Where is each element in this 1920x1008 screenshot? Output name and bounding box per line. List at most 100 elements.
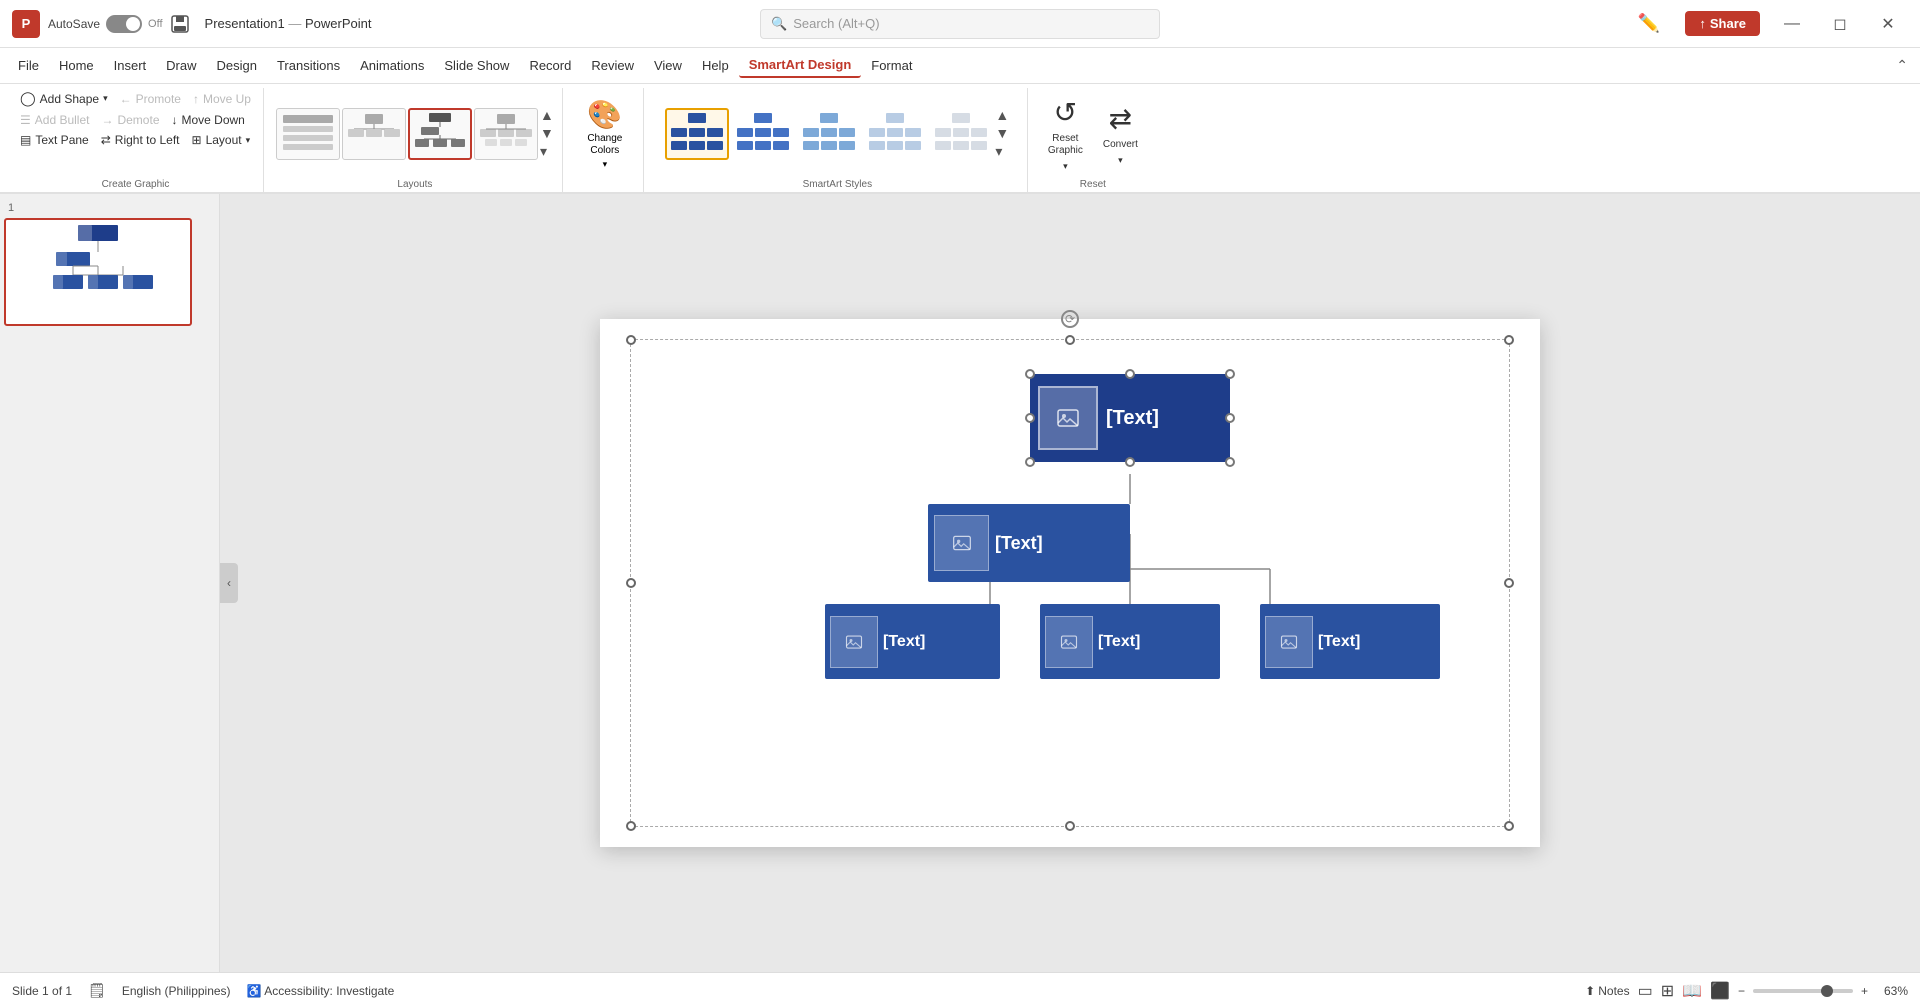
menu-design[interactable]: Design: [207, 54, 267, 77]
save-icon[interactable]: [169, 13, 191, 35]
layouts-group: ▲ ▼ ▾ Layouts: [268, 88, 563, 192]
convert-button[interactable]: ⇄ Convert ▾: [1095, 98, 1146, 170]
style-thumb-2[interactable]: [731, 108, 795, 160]
view-presenter-icon[interactable]: ⬛: [1710, 981, 1730, 1001]
color-palette-icon: 🎨: [587, 98, 622, 131]
add-bullet-icon: ☰: [20, 113, 31, 127]
reset-graphic-dropdown-icon[interactable]: ▾: [1063, 161, 1068, 172]
menu-insert[interactable]: Insert: [104, 54, 157, 77]
right-to-left-label: Right to Left: [115, 133, 180, 147]
change-colors-dropdown-icon[interactable]: ▾: [603, 159, 608, 170]
move-down-icon: ↓: [172, 113, 178, 127]
menu-smartart-design[interactable]: SmartArt Design: [739, 53, 862, 78]
close-button[interactable]: ✕: [1868, 10, 1908, 38]
menu-transitions[interactable]: Transitions: [267, 54, 350, 77]
zoom-thumb[interactable]: [1821, 985, 1833, 997]
change-colors-button[interactable]: 🎨 ChangeColors ▾: [575, 90, 635, 178]
bot-node-3[interactable]: [Text]: [1260, 604, 1440, 679]
handle-bl[interactable]: [626, 821, 636, 831]
reset-graphic-button[interactable]: ↺ ResetGraphic ▾: [1040, 92, 1091, 176]
ribbon: ◯ Add Shape ▾ ← Promote ↑ Move Up ☰ Add …: [0, 84, 1920, 194]
reset-label: Reset: [1080, 179, 1106, 192]
minimize-button[interactable]: —: [1772, 10, 1812, 38]
maximize-button[interactable]: ◻: [1820, 10, 1860, 38]
menu-review[interactable]: Review: [581, 54, 644, 77]
top-node[interactable]: [Text]: [1030, 374, 1230, 462]
menu-format[interactable]: Format: [861, 54, 922, 77]
view-normal-icon[interactable]: ▭: [1638, 981, 1653, 1001]
layout-thumb-1[interactable]: [276, 108, 340, 160]
change-colors-group: 🎨 ChangeColors ▾ _: [567, 88, 644, 192]
slide-info: Slide 1 of 1: [12, 984, 72, 998]
layout-icon: ⊞: [192, 133, 202, 147]
menu-animations[interactable]: Animations: [350, 54, 434, 77]
right-to-left-button[interactable]: ⇄ Right to Left: [97, 131, 184, 149]
add-shape-dropdown-icon[interactable]: ▾: [103, 93, 108, 104]
bot-node-2[interactable]: [Text]: [1040, 604, 1220, 679]
reset-group: ↺ ResetGraphic ▾ ⇄ Convert ▾ Reset: [1032, 88, 1154, 192]
handle-tl[interactable]: [626, 335, 636, 345]
demote-button[interactable]: → Demote: [97, 111, 163, 129]
notes-button[interactable]: ⬆ Notes: [1585, 984, 1629, 998]
search-bar[interactable]: 🔍 Search (Alt+Q): [760, 9, 1160, 39]
accessibility-indicator[interactable]: ♿ Accessibility: Investigate: [247, 984, 395, 998]
zoom-level[interactable]: 63%: [1876, 984, 1908, 998]
layout-thumb-3[interactable]: [408, 108, 472, 160]
slide-thumbnail-1[interactable]: [4, 218, 192, 326]
slide-list: 1: [0, 194, 220, 972]
pen-icon[interactable]: ✏️: [1638, 13, 1660, 34]
menu-record[interactable]: Record: [519, 54, 581, 77]
menu-draw[interactable]: Draw: [156, 54, 206, 77]
style-expand[interactable]: ▾: [995, 143, 1009, 160]
add-shape-button[interactable]: ◯ Add Shape ▾: [16, 88, 112, 109]
rotate-handle[interactable]: ⟳: [1061, 310, 1079, 328]
handle-bc[interactable]: [1065, 821, 1075, 831]
handle-mr[interactable]: [1504, 578, 1514, 588]
style-thumb-4[interactable]: [863, 108, 927, 160]
handle-tc[interactable]: [1065, 335, 1075, 345]
style-thumb-5[interactable]: [929, 108, 993, 160]
move-down-button[interactable]: ↓ Move Down: [168, 111, 249, 129]
layout-button[interactable]: ⊞ Layout ▾: [188, 131, 255, 149]
slide-area[interactable]: ⟳: [600, 319, 1540, 847]
layout-scroll-up[interactable]: ▲: [540, 107, 554, 123]
move-up-button[interactable]: ↑ Move Up: [189, 90, 255, 108]
handle-ml[interactable]: [626, 578, 636, 588]
handle-tr[interactable]: [1504, 335, 1514, 345]
menu-slideshow[interactable]: Slide Show: [434, 54, 519, 77]
menu-view[interactable]: View: [644, 54, 692, 77]
autosave-toggle[interactable]: [106, 15, 142, 33]
bot-node-3-text: [Text]: [1318, 633, 1360, 651]
menu-file[interactable]: File: [8, 54, 49, 77]
slide-canvas[interactable]: ‹ ⟳: [220, 194, 1920, 972]
zoom-out-icon[interactable]: −: [1738, 984, 1745, 998]
view-reading-icon[interactable]: 📖: [1682, 981, 1702, 1001]
zoom-slider[interactable]: [1753, 989, 1853, 993]
zoom-in-icon[interactable]: +: [1861, 984, 1868, 998]
menu-bar: File Home Insert Draw Design Transitions…: [0, 48, 1920, 84]
handle-br[interactable]: [1504, 821, 1514, 831]
style-thumb-1[interactable]: [665, 108, 729, 160]
slide-notes-icon[interactable]: 🗒: [88, 982, 106, 999]
collapse-panel-button[interactable]: ‹: [220, 563, 238, 603]
mid-node[interactable]: [Text]: [928, 504, 1130, 582]
style-thumb-3[interactable]: [797, 108, 861, 160]
add-bullet-button[interactable]: ☰ Add Bullet: [16, 111, 93, 129]
layout-thumb-2[interactable]: [342, 108, 406, 160]
layout-scroll-down[interactable]: ▼: [540, 125, 554, 141]
promote-button[interactable]: ← Promote: [116, 90, 185, 108]
menu-help[interactable]: Help: [692, 54, 739, 77]
layout-thumb-4[interactable]: [474, 108, 538, 160]
bot-node-1[interactable]: [Text]: [825, 604, 1000, 679]
collapse-ribbon-icon[interactable]: ⌃: [1892, 53, 1912, 78]
text-pane-button[interactable]: ▤ Text Pane: [16, 131, 93, 149]
share-button[interactable]: ↑ Share: [1685, 11, 1760, 36]
layout-dropdown-icon[interactable]: ▾: [246, 135, 251, 146]
menu-home[interactable]: Home: [49, 54, 104, 77]
view-sorter-icon[interactable]: ⊞: [1661, 981, 1674, 1001]
layout-expand[interactable]: ▾: [540, 143, 554, 160]
accessibility-icon: ♿: [247, 984, 262, 998]
convert-dropdown-icon[interactable]: ▾: [1118, 155, 1123, 166]
style-scroll-down[interactable]: ▼: [995, 125, 1009, 141]
style-scroll-up[interactable]: ▲: [995, 107, 1009, 123]
